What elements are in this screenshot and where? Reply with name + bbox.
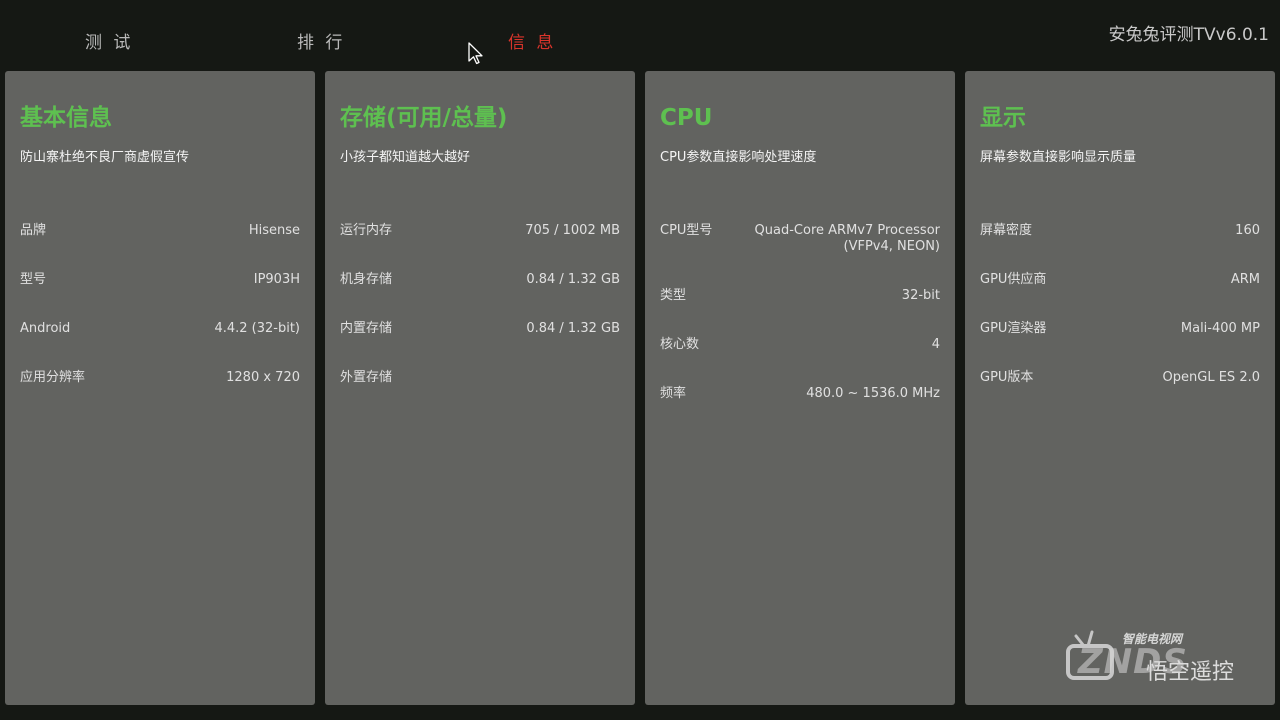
panel-subtitle: 小孩子都知道越大越好 [340, 150, 471, 165]
info-row-gpu-vendor: GPU供应商 ARM [980, 272, 1260, 288]
row-key: 核心数 [660, 337, 700, 352]
panel-title: 基本信息 [20, 105, 112, 131]
row-value: 4 [931, 337, 940, 352]
info-row-external-storage: 外置存储 [340, 370, 620, 386]
info-row-cpu-type: 类型 32-bit [660, 288, 940, 304]
info-row-density: 屏幕密度 160 [980, 223, 1260, 239]
tab-info[interactable]: 信 息 [508, 28, 556, 53]
row-key: 类型 [660, 288, 687, 303]
row-value: 480.0 ~ 1536.0 MHz [806, 386, 940, 401]
row-key: CPU型号 [660, 223, 713, 238]
info-row-cpu-model: CPU型号 Quad-Core ARMv7 Processor (VFPv4, … [660, 223, 940, 255]
info-row-brand: 品牌 Hisense [20, 223, 300, 239]
row-value: 32-bit [901, 288, 940, 303]
row-value: 160 [1235, 223, 1260, 238]
row-key: 运行内存 [340, 223, 393, 238]
panel-title: 存储(可用/总量) [340, 105, 508, 131]
row-key: 外置存储 [340, 370, 393, 385]
app-title: 安兔兔评测TVv6.0.1 [1108, 25, 1269, 45]
row-key: 品牌 [20, 223, 47, 238]
row-value: 705 / 1002 MB [525, 223, 620, 238]
panel-title: 显示 [980, 105, 1026, 131]
row-key: GPU供应商 [980, 272, 1047, 287]
row-value: 1280 x 720 [226, 370, 300, 385]
info-row-gpu-version: GPU版本 OpenGL ES 2.0 [980, 370, 1260, 386]
info-row-device-storage: 机身存储 0.84 / 1.32 GB [340, 272, 620, 288]
row-value: ARM [1230, 272, 1260, 287]
info-row-gpu-renderer: GPU渲染器 Mali-400 MP [980, 321, 1260, 337]
row-value: OpenGL ES 2.0 [1162, 370, 1260, 385]
row-value: 4.4.2 (32-bit) [214, 321, 300, 336]
row-key: 型号 [20, 272, 47, 287]
row-value: 0.84 / 1.32 GB [526, 272, 620, 287]
tab-test[interactable]: 测 试 [85, 28, 133, 53]
znds-watermark: 智能电视网 ZNDS 悟空遥控 [1062, 624, 1252, 692]
row-key: 频率 [660, 386, 687, 401]
row-value: Quad-Core ARMv7 Processor (VFPv4, NEON) [754, 223, 940, 254]
panel-subtitle: 屏幕参数直接影响显示质量 [980, 150, 1137, 165]
info-row-model: 型号 IP903H [20, 272, 300, 288]
info-row-frequency: 频率 480.0 ~ 1536.0 MHz [660, 386, 940, 402]
panel-subtitle: 防山寨杜绝不良厂商虚假宣传 [20, 150, 190, 165]
row-value: 0.84 / 1.32 GB [526, 321, 620, 336]
panel-title: CPU [660, 105, 713, 131]
watermark-subtitle: 悟空遥控 [1146, 660, 1235, 685]
info-row-cores: 核心数 4 [660, 337, 940, 353]
info-row-ram: 运行内存 705 / 1002 MB [340, 223, 620, 239]
row-key: 内置存储 [340, 321, 393, 336]
info-panels: 基本信息 防山寨杜绝不良厂商虚假宣传 品牌 Hisense 型号 IP903H … [5, 71, 1275, 705]
top-navigation: 测 试 排 行 信 息 安兔兔评测TVv6.0.1 [0, 0, 1280, 72]
panel-cpu: CPU CPU参数直接影响处理速度 CPU型号 Quad-Core ARMv7 … [645, 71, 955, 705]
info-row-internal-storage: 内置存储 0.84 / 1.32 GB [340, 321, 620, 337]
panel-display: 显示 屏幕参数直接影响显示质量 屏幕密度 160 GPU供应商 ARM GPU渲… [965, 71, 1275, 705]
panel-subtitle: CPU参数直接影响处理速度 [660, 150, 817, 165]
row-key: 应用分辨率 [20, 370, 86, 385]
row-value: IP903H [253, 272, 300, 287]
panel-basic-info: 基本信息 防山寨杜绝不良厂商虚假宣传 品牌 Hisense 型号 IP903H … [5, 71, 315, 705]
panel-storage: 存储(可用/总量) 小孩子都知道越大越好 运行内存 705 / 1002 MB … [325, 71, 635, 705]
row-key: 屏幕密度 [980, 223, 1033, 238]
mouse-pointer-icon [468, 42, 483, 65]
row-key: GPU渲染器 [980, 321, 1047, 336]
row-key: 机身存储 [340, 272, 393, 287]
info-row-resolution: 应用分辨率 1280 x 720 [20, 370, 300, 386]
row-key: Android [20, 321, 71, 336]
row-value: Hisense [248, 223, 300, 238]
row-value: Mali-400 MP [1180, 321, 1260, 336]
info-row-android: Android 4.4.2 (32-bit) [20, 321, 300, 337]
row-key: GPU版本 [980, 370, 1034, 385]
tab-ranking[interactable]: 排 行 [297, 28, 345, 53]
